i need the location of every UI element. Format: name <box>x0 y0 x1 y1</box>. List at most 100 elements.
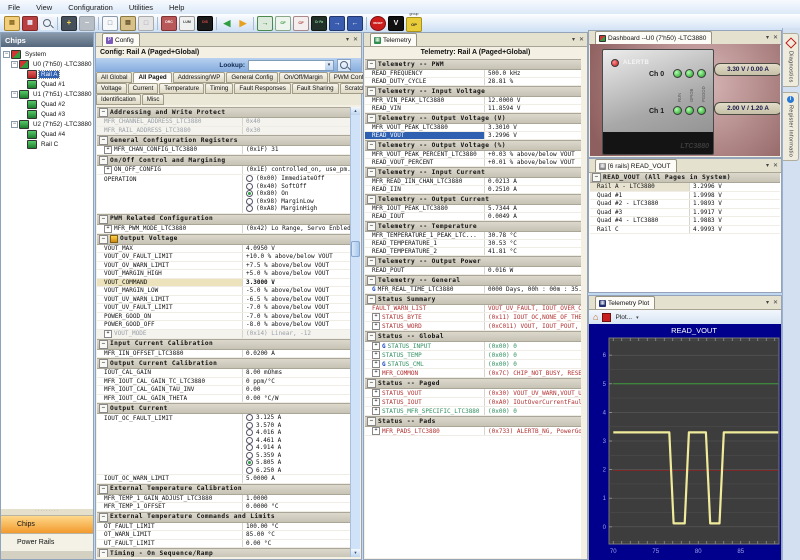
section-external-temperature-commands-and-limits[interactable]: − External Temperature Commands and Limit… <box>97 511 351 523</box>
config-tab-timing[interactable]: Timing <box>205 83 234 94</box>
verify-button[interactable]: V <box>388 15 404 31</box>
readvout-close-icon[interactable]: ✕ <box>773 162 778 169</box>
row-read-duty-cycle[interactable]: READ_DUTY_CYCLE 28.81 % <box>365 78 581 86</box>
row-mfr-chan-config-ltc3880[interactable]: + MFR_CHAN_CONFIG_LTC3880 (0x1F) 31 <box>97 146 351 155</box>
tree-item-u0-7-h50-ltc3880[interactable]: − U0 (7'h50) -LTC3880 <box>1 59 93 69</box>
chevron-down-icon[interactable]: ▾ <box>325 60 333 70</box>
row-vout-margin-high[interactable]: VOUT_MARGIN_HIGH +5.0 % above/below VOUT <box>97 270 351 279</box>
paste-button[interactable]: ▤ <box>120 15 136 31</box>
row-status-mfr-specific-ltc3880[interactable]: + STATUS_MFR_SPECIFIC_LTC3880 (0x00) 0 <box>365 407 581 416</box>
row-vout-uv-warn-limit[interactable]: VOUT_UV_WARN_LIMIT -6.5 % above/below VOU… <box>97 295 351 304</box>
row-vout-max[interactable]: VOUT_MAX 4.0950 V <box>97 244 351 253</box>
row-status-input[interactable]: + G STATUS_INPUT (0x00) 0 <box>365 342 581 351</box>
scroll-thumb[interactable] <box>351 241 360 257</box>
row-mfr-vout-peak-percent-ltc3880[interactable]: MFR_VOUT_PEAK_PERCENT_LTC3880 +0.03 % abo… <box>365 151 581 159</box>
row-read-pout[interactable]: READ_POUT 0.016 W <box>365 267 581 275</box>
lum-dis-button[interactable]: DIS <box>197 15 213 31</box>
dashboard-close-icon[interactable]: ✕ <box>773 34 778 41</box>
radio-iout-oc-fault-limit-6-250-a[interactable]: 6.250 A <box>243 467 351 475</box>
row-read-vout-percent[interactable]: READ_VOUT_PERCENT +0.01 % above/below VOU… <box>365 159 581 167</box>
row-read-temperature-2[interactable]: READ_TEMPERATURE_2 41.81 °C <box>365 248 581 256</box>
row-mfr-channel-address-ltc3880[interactable]: MFR_CHANNEL_ADDRESS_LTC3880 0x40 <box>97 118 351 127</box>
add-chip-button[interactable]: + <box>61 15 77 31</box>
dashboard-tab[interactable]: Dashboard --U0 (7'h50) -LTC3880 <box>595 31 713 44</box>
menu-help[interactable]: Help <box>161 3 192 12</box>
tree-item-quad-2[interactable]: Quad #2 <box>1 99 93 109</box>
menu-configuration[interactable]: Configuration <box>60 3 121 12</box>
telemetry-close-icon[interactable]: ✕ <box>579 36 584 43</box>
row-mfr-iout-peak-ltc3880[interactable]: MFR_IOUT_PEAK_LTC3880 5.7344 A <box>365 205 581 213</box>
remove-chip-button[interactable]: − <box>79 15 95 31</box>
section-telemetry-output-current[interactable]: − Telemetry -- Output Current <box>365 194 581 205</box>
row-vout-mode[interactable]: + VOUT_MODE (0x14) Linear, -12 <box>97 329 351 339</box>
config-tab-misc[interactable]: Misc <box>141 94 165 105</box>
readvout-row-quad-1[interactable]: Quad #1 1.9998 V <box>590 191 780 200</box>
section-output-current-calibration[interactable]: − Output Current Calibration <box>97 358 351 369</box>
section-addressing-and-write-protect[interactable]: − Addressing and Write Protect <box>97 107 351 118</box>
radio-iout-oc-fault-limit-4-461-a[interactable]: 4.461 A <box>243 437 351 445</box>
section-timing-on-sequence-ramp[interactable]: − Timing - On Sequence/Ramp <box>97 548 351 557</box>
row-status-byte[interactable]: +STATUS_BYTE(0x11) IOUT_OC,NONE_OF_THE..… <box>365 313 581 322</box>
scroll-down-icon[interactable]: ▼ <box>351 549 360 557</box>
row-mfr-temp-1-offset[interactable]: MFR_TEMP_1_OFFSET 0.0000 °C <box>97 503 351 512</box>
radio-operation-0x80-on[interactable]: (0x80) On <box>243 190 351 198</box>
section-status-global[interactable]: − Status -- Global <box>365 331 581 342</box>
row-iout-cal-gain[interactable]: IOUT_CAL_GAIN 8.00 mOhms <box>97 369 351 378</box>
plot-menu-caret[interactable]: ▾ <box>766 299 769 306</box>
section-external-temperature-calibration[interactable]: − External Temperature Calibration <box>97 483 351 495</box>
config-scrollbar[interactable]: ▲ ▼ <box>350 107 360 557</box>
power-rails-nav-button[interactable]: Power Rails <box>1 533 93 551</box>
section-output-voltage[interactable]: − Output Voltage <box>97 233 351 245</box>
radio-iout-oc-fault-limit-4-914-a[interactable]: 4.914 A <box>243 444 351 452</box>
save-button[interactable]: ▦ <box>22 15 38 31</box>
row-read-temperature-1[interactable]: READ_TEMPERATURE_1 30.53 °C <box>365 240 581 248</box>
row-power-good-on[interactable]: POWER_GOOD_ON -7.0 % above/below VOUT <box>97 312 351 321</box>
section-telemetry-general[interactable]: − Telemetry -- General <box>365 275 581 286</box>
config-tab-fault-sharing[interactable]: Fault Sharing <box>291 83 339 94</box>
config-tab-addressing-wp[interactable]: Addressing/WP <box>172 72 226 83</box>
section-input-current-calibration[interactable]: − Input Current Calibration <box>97 338 351 350</box>
write-ram-button[interactable]: → <box>257 15 273 31</box>
radio-iout-oc-fault-limit-5-805-a[interactable]: 5.805 A <box>243 459 351 467</box>
config-close-icon[interactable]: ✕ <box>353 36 358 43</box>
tree-item-system[interactable]: − System <box>1 49 93 59</box>
cfg-restore-button[interactable]: CF <box>293 15 309 31</box>
row-status-temp[interactable]: + STATUS_TEMP (0x00) 0 <box>365 351 581 360</box>
cfg-store-button[interactable]: CF <box>275 15 291 31</box>
ram-to-nvm-button[interactable]: → <box>329 15 345 31</box>
row-on-off-config[interactable]: + ON_OFF_CONFIG (0x1E) controlled_on, use_… <box>97 166 351 175</box>
radio-iout-oc-fault-limit-5-359-a[interactable]: 5.359 A <box>243 452 351 460</box>
section-telemetry-output-power[interactable]: − Telemetry -- Output Power <box>365 256 581 267</box>
tree-item-quad-3[interactable]: Quad #3 <box>1 109 93 119</box>
row-mfr-vin-peak-ltc3880[interactable]: MFR_VIN_PEAK_LTC3880 12.0000 V <box>365 97 581 105</box>
row-status-cml[interactable]: + G STATUS_CML (0x00) 0 <box>365 360 581 369</box>
tree-item-u1-7-h51-ltc3880[interactable]: − U1 (7'h51) -LTC3880 <box>1 89 93 99</box>
dashboard-menu-caret[interactable]: ▾ <box>766 34 769 41</box>
row-read-iin[interactable]: READ_IIN 0.2510 A <box>365 186 581 194</box>
tree-item-rail-a[interactable]: Rail A <box>1 69 93 79</box>
section-telemetry-temperature[interactable]: − Telemetry -- Temperature <box>365 221 581 232</box>
readvout-row-rail-c[interactable]: Rail C 4.9993 V <box>590 225 780 234</box>
row-vout-ov-warn-limit[interactable]: VOUT_OV_WARN_LIMIT +7.5 % above/below VOU… <box>97 261 351 270</box>
tree-item-quad-4[interactable]: Quad #4 <box>1 129 93 139</box>
config-tab-fault-responses[interactable]: Fault Responses <box>234 83 291 94</box>
plot-menu-button[interactable]: Plot... <box>615 314 632 321</box>
tree-item-quad-1[interactable]: Quad #1 <box>1 79 93 89</box>
menu-utilities[interactable]: Utilities <box>121 3 161 12</box>
stop-icon[interactable] <box>602 313 612 322</box>
lum-go-button[interactable]: LUM <box>179 15 195 31</box>
copy-button[interactable]: □ <box>102 15 118 31</box>
readvout-tab[interactable]: ▦ [6 rails] READ_VOUT <box>595 159 677 172</box>
section-telemetry-output-voltage[interactable]: − Telemetry -- Output Voltage (%) <box>365 140 581 151</box>
section-on-off-control-and-margining[interactable]: − On/Off Control and Margining <box>97 155 351 166</box>
lookup-search-button[interactable] <box>337 58 351 72</box>
row-vout-command[interactable]: VOUT_COMMAND 3.3000 V <box>97 278 351 287</box>
section-status-paged[interactable]: − Status -- Paged <box>365 378 581 389</box>
readvout-row-quad-2-ltc3880[interactable]: Quad #2 - LTC3880 1.9893 V <box>590 200 780 209</box>
find-button[interactable] <box>40 16 54 30</box>
radio-iout-oc-fault-limit-4-016-a[interactable]: 4.016 A <box>243 429 351 437</box>
reset-button[interactable]: RESET <box>370 15 386 31</box>
row-vout-margin-low[interactable]: VOUT_MARGIN_LOW -5.0 % above/below VOUT <box>97 287 351 296</box>
config-tab-general-config[interactable]: General Config <box>226 72 278 83</box>
drc-check-button[interactable]: DRC <box>161 15 177 31</box>
